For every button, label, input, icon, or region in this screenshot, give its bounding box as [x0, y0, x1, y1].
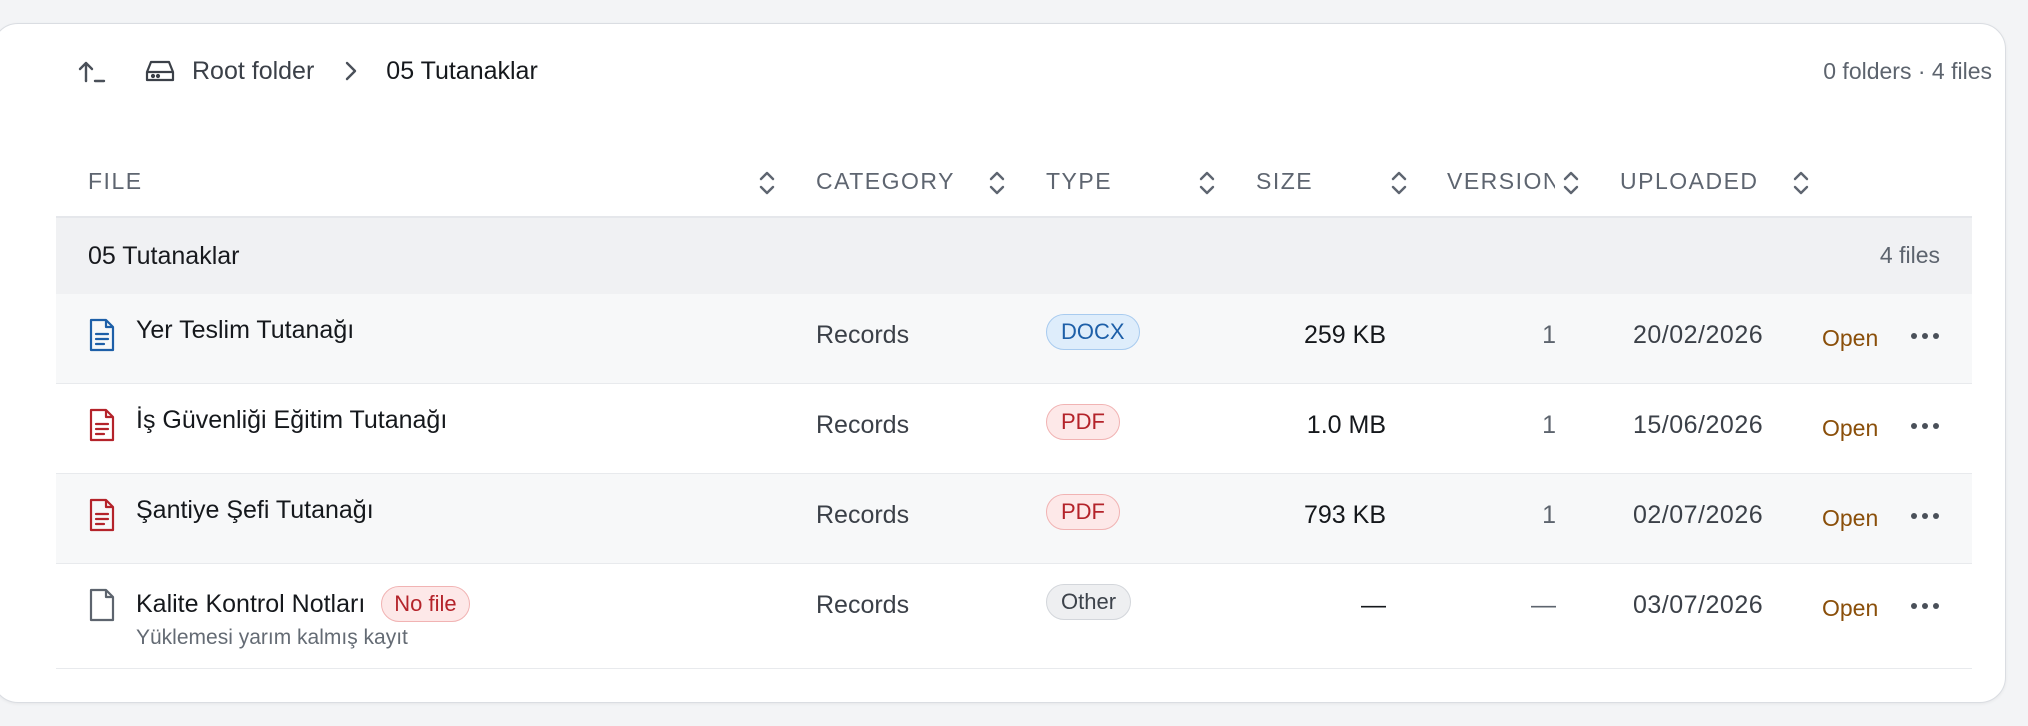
size-cell: 1.0 MB [1306, 411, 1386, 439]
category-cell: Records [816, 591, 910, 619]
group-count: 4 files [1879, 242, 1940, 268]
more-options-icon[interactable] [1909, 594, 1941, 618]
level-up-icon [78, 61, 106, 83]
breadcrumb-root-label: Root folder [192, 56, 315, 85]
open-link[interactable]: Open [1822, 595, 1878, 622]
type-badge: PDF [1046, 404, 1120, 440]
toolbar: Root folder 05 Tutanaklar 0 folders · 4 … [56, 36, 1992, 106]
group-header: 05 Tutanaklar 4 files [56, 218, 1972, 294]
breadcrumb: Root folder 05 Tutanaklar [144, 57, 538, 86]
blank-file-icon [89, 588, 115, 622]
pdf-file-icon [89, 498, 115, 532]
file-name-wrap: Kalite Kontrol Notları No file [136, 586, 470, 622]
more-options-icon[interactable] [1909, 324, 1941, 348]
table-row[interactable]: Şantiye Şefi Tutanağı Records PDF 793 KB… [56, 474, 1972, 564]
table-row[interactable]: İş Güvenliği Eğitim Tutanağı Records PDF… [56, 384, 1972, 474]
version-cell: 1 [1542, 501, 1556, 529]
size-cell: 259 KB [1303, 321, 1386, 349]
table-row[interactable]: Kalite Kontrol Notları No file Yüklemesi… [56, 564, 1972, 669]
folder-file-count: 0 folders · 4 files [1823, 57, 1992, 84]
breadcrumb-root[interactable]: Root folder [144, 57, 314, 86]
uploaded-cell: 15/06/2026 [1633, 411, 1764, 439]
version-cell: 1 [1542, 321, 1556, 349]
docx-file-icon [89, 318, 115, 352]
column-header-uploaded[interactable]: UPLOADED [1620, 168, 1759, 195]
file-subtitle: Yüklemesi yarım kalmış kayıt [136, 626, 408, 649]
size-cell: — [1361, 591, 1386, 619]
size-cell: 793 KB [1303, 501, 1386, 529]
open-link[interactable]: Open [1822, 415, 1878, 442]
open-link[interactable]: Open [1822, 505, 1878, 532]
file-name[interactable]: Şantiye Şefi Tutanağı [136, 496, 374, 525]
table-header: FILE CATEGORY TYPE SIZE VERSION UPLOADED [56, 148, 1972, 218]
go-up-button[interactable] [62, 41, 122, 101]
type-badge: Other [1046, 584, 1132, 620]
sort-version-icon[interactable] [1560, 168, 1582, 198]
file-name[interactable]: İş Güvenliği Eğitim Tutanağı [136, 406, 447, 435]
group-name: 05 Tutanaklar [88, 242, 240, 270]
type-badge: PDF [1046, 494, 1120, 530]
more-options-icon[interactable] [1909, 414, 1941, 438]
sort-uploaded-icon[interactable] [1790, 168, 1812, 198]
more-options-icon[interactable] [1909, 504, 1941, 528]
file-name[interactable]: Kalite Kontrol Notları [136, 590, 365, 619]
sort-type-icon[interactable] [1196, 168, 1218, 198]
chevron-right-icon [344, 60, 358, 82]
sort-category-icon[interactable] [986, 168, 1008, 198]
column-header-category[interactable]: CATEGORY [816, 168, 955, 195]
column-header-version[interactable]: VERSION [1447, 168, 1555, 195]
files-table: FILE CATEGORY TYPE SIZE VERSION UPLOADED… [56, 148, 1972, 669]
category-cell: Records [816, 501, 910, 529]
uploaded-cell: 02/07/2026 [1633, 501, 1764, 529]
version-cell: 1 [1542, 411, 1556, 439]
column-header-type[interactable]: TYPE [1046, 168, 1112, 195]
type-badge: DOCX [1046, 314, 1140, 350]
version-cell: — [1531, 591, 1556, 619]
sort-file-icon[interactable] [756, 168, 778, 198]
no-file-badge: No file [381, 586, 470, 622]
sort-size-icon[interactable] [1388, 168, 1410, 198]
category-cell: Records [816, 411, 910, 439]
breadcrumb-current: 05 Tutanaklar [386, 56, 538, 85]
drive-icon [145, 60, 175, 82]
open-link[interactable]: Open [1822, 325, 1878, 352]
uploaded-cell: 03/07/2026 [1633, 591, 1764, 619]
file-name[interactable]: Yer Teslim Tutanağı [136, 316, 354, 345]
column-header-size[interactable]: SIZE [1256, 168, 1313, 195]
table-row[interactable]: Yer Teslim Tutanağı Records DOCX 259 KB … [56, 294, 1972, 384]
category-cell: Records [816, 321, 910, 349]
column-header-file[interactable]: FILE [88, 168, 143, 195]
pdf-file-icon [89, 408, 115, 442]
uploaded-cell: 20/02/2026 [1633, 321, 1764, 349]
